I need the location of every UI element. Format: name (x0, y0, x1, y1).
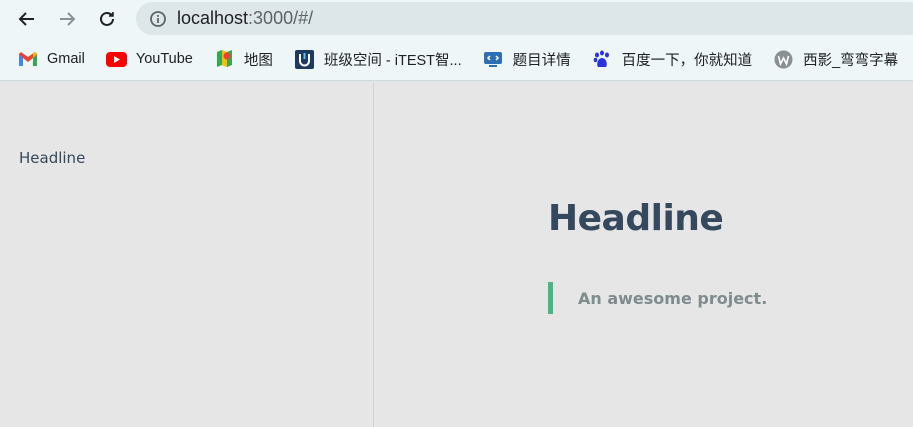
maps-icon (214, 49, 235, 70)
forward-button[interactable] (47, 0, 87, 38)
itest-icon (294, 49, 315, 70)
bookmarks-bar: Gmail YouTube 地图 班级空间 - iTEST智... 题目详情 百… (0, 38, 913, 81)
address-bar[interactable]: localhost:3000/#/ (136, 2, 913, 35)
bookmark-itest[interactable]: 班级空间 - iTEST智... (294, 49, 462, 70)
code-icon (483, 49, 504, 70)
bookmark-label: 题目详情 (512, 52, 571, 69)
sidebar-item-headline[interactable]: Headline (19, 149, 85, 167)
youtube-icon (105, 49, 127, 70)
bookmark-label: 西影_弯弯字幕 (803, 52, 899, 69)
arrow-right-icon (60, 12, 76, 26)
gmail-icon (17, 49, 38, 70)
bookmark-question[interactable]: 题目详情 (483, 49, 571, 70)
info-icon[interactable] (149, 10, 167, 28)
reload-icon (100, 11, 114, 26)
bookmark-label: 地图 (243, 52, 273, 69)
w-icon (773, 49, 794, 70)
bookmark-label: Gmail (47, 51, 85, 67)
baidu-icon (592, 49, 613, 70)
bookmark-label: YouTube (135, 51, 193, 67)
bookmark-xiying[interactable]: 西影_弯弯字幕 (773, 49, 898, 70)
url-path: :3000/#/ (248, 8, 314, 28)
cover-title: Headline (548, 198, 724, 239)
bookmark-gmail[interactable]: Gmail (17, 49, 85, 70)
tagline-text: An awesome project. (578, 288, 768, 308)
back-button[interactable] (7, 0, 47, 38)
bookmark-youtube[interactable]: YouTube (105, 49, 193, 70)
bookmark-label: 班级空间 - iTEST智... (323, 52, 462, 69)
browser-toolbar: localhost:3000/#/ (0, 0, 913, 38)
bookmark-label: 百度一下，你就知道 (621, 52, 753, 69)
reload-button[interactable] (87, 0, 127, 38)
cover-tagline: An awesome project. (548, 282, 767, 314)
page-content: Headline Headline An awesome project. (0, 82, 913, 427)
arrow-left-icon (18, 12, 34, 26)
bookmark-maps[interactable]: 地图 (214, 49, 273, 70)
sidebar: Headline (0, 82, 374, 427)
url-host: localhost (177, 8, 249, 28)
bookmark-baidu[interactable]: 百度一下，你就知道 (592, 49, 753, 70)
